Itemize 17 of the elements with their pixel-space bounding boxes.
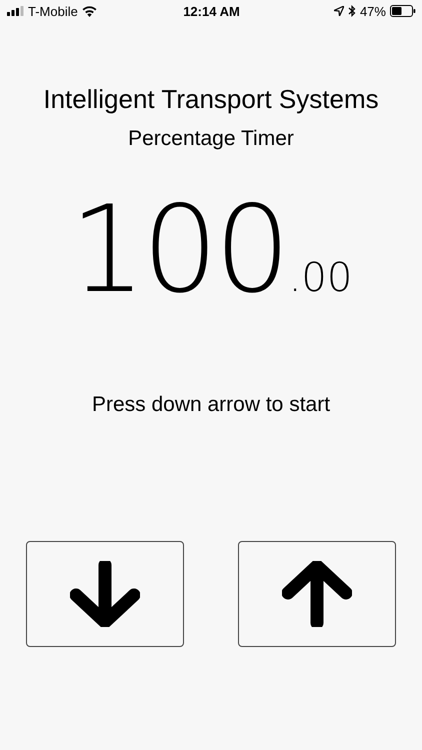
up-arrow-icon (282, 561, 352, 627)
clock-time: 12:14 AM (183, 4, 240, 18)
battery-percentage: 47% (360, 4, 386, 18)
app-subtitle: Percentage Timer (128, 127, 294, 151)
instruction-text: Press down arrow to start (92, 393, 330, 417)
location-icon (334, 6, 344, 16)
wifi-icon (82, 6, 97, 16)
timer-fraction: .00 (288, 255, 352, 301)
bluetooth-icon (348, 5, 356, 17)
app-title: Intelligent Transport Systems (43, 84, 379, 115)
down-arrow-icon (70, 561, 140, 627)
up-button[interactable] (238, 541, 396, 647)
timer-value: 100 (70, 191, 287, 311)
signal-icon (7, 6, 24, 16)
carrier-name: T-Mobile (28, 4, 78, 18)
battery-icon (390, 5, 416, 17)
down-button[interactable] (26, 541, 184, 647)
